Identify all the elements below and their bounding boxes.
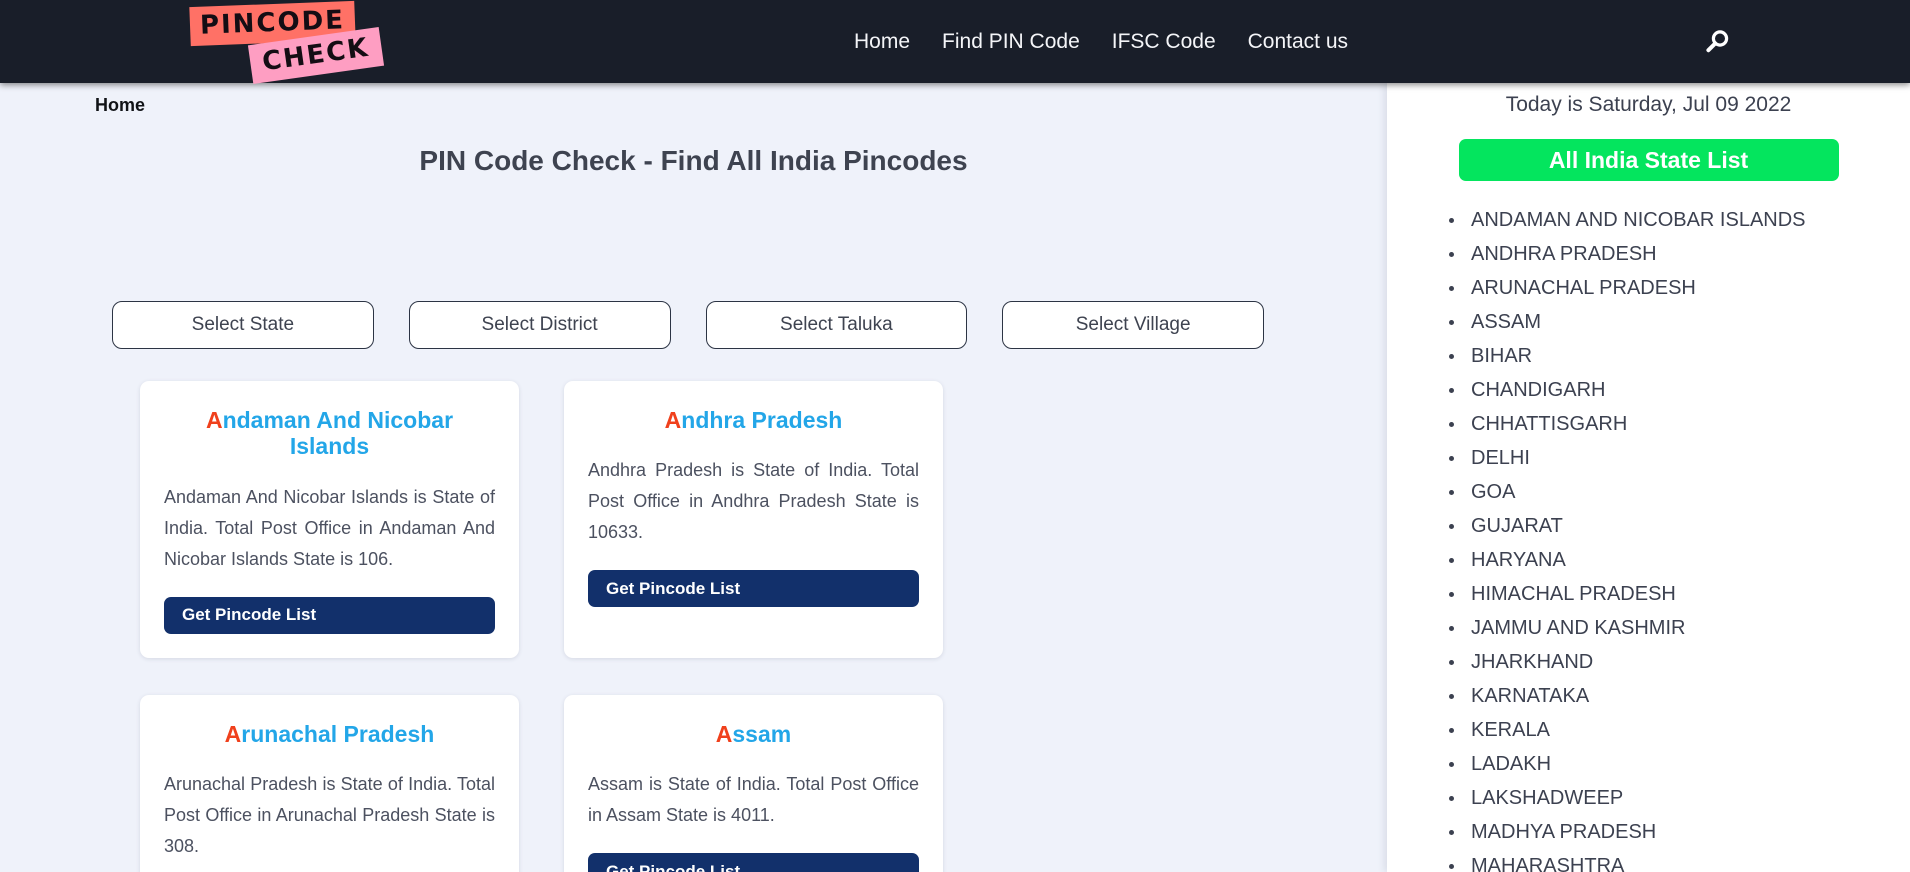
- state-card-description: Andaman And Nicobar Islands is State of …: [164, 486, 495, 569]
- state-card-title-initial: A: [664, 407, 682, 433]
- state-card-description: Andhra Pradesh is State of India. Total …: [588, 460, 919, 543]
- state-card-title-initial: A: [715, 720, 733, 747]
- sidebar: Today is Saturday, Jul 09 2022 All India…: [1387, 83, 1910, 872]
- select-state-dropdown[interactable]: Select State: [112, 301, 374, 349]
- state-card-title: Assam: [588, 721, 919, 747]
- get-pincode-list-button[interactable]: Get Pincode List: [588, 853, 919, 872]
- state-list-item[interactable]: HIMACHAL PRADESH: [1449, 577, 1910, 611]
- state-card-title-rest: ndhra Pradesh: [681, 407, 843, 433]
- state-list-item[interactable]: GOA: [1449, 475, 1910, 509]
- state-card-title-initial: A: [205, 407, 223, 433]
- state-list-item[interactable]: ASSAM: [1449, 305, 1910, 339]
- state-list-item[interactable]: HARYANA: [1449, 543, 1910, 577]
- state-list-item[interactable]: JAMMU AND KASHMIR: [1449, 611, 1910, 645]
- state-card-title-rest: runachal Pradesh: [241, 720, 435, 747]
- breadcrumb-item-home[interactable]: Home: [95, 95, 145, 115]
- state-card-title-initial: A: [224, 720, 242, 747]
- state-list-item[interactable]: GUJARAT: [1449, 509, 1910, 543]
- content-column: Home PIN Code Check - Find All India Pin…: [0, 83, 1387, 872]
- state-card-grid: Andaman And Nicobar Islands Andaman And …: [140, 381, 1360, 872]
- nav-item-contact-us[interactable]: Contact us: [1232, 30, 1364, 54]
- state-list-item[interactable]: KERALA: [1449, 713, 1910, 747]
- search-button[interactable]: [1700, 26, 1734, 60]
- state-card-description: Arunachal Pradesh is State of India. Tot…: [164, 774, 495, 857]
- state-card: Andaman And Nicobar Islands Andaman And …: [140, 381, 519, 658]
- state-list-item[interactable]: DELHI: [1449, 441, 1910, 475]
- page-title: PIN Code Check - Find All India Pincodes: [419, 145, 968, 176]
- selector-row: Select State Select District Select Talu…: [112, 301, 1264, 349]
- state-list-item[interactable]: BIHAR: [1449, 339, 1910, 373]
- get-pincode-list-button[interactable]: Get Pincode List: [588, 570, 919, 608]
- nav-item-find-pin-code[interactable]: Find PIN Code: [926, 30, 1096, 54]
- state-card-title: Andaman And Nicobar Islands: [164, 407, 495, 460]
- nav-item-ifsc-code[interactable]: IFSC Code: [1096, 30, 1232, 54]
- state-card-title: Arunachal Pradesh: [164, 721, 495, 747]
- state-list-item[interactable]: LADAKH: [1449, 747, 1910, 781]
- state-card-description: Assam is State of India. Total Post Offi…: [588, 774, 919, 826]
- state-card: Andhra Pradesh Andhra Pradesh is State o…: [564, 381, 943, 658]
- state-list-item[interactable]: ARUNACHAL PRADESH: [1449, 271, 1910, 305]
- state-list-item[interactable]: MAHARASHTRA: [1449, 849, 1910, 872]
- search-icon: [1702, 27, 1732, 60]
- site-header: PINCODE CHECK Home Find PIN Code IFSC Co…: [0, 0, 1910, 84]
- nav-item-home[interactable]: Home: [838, 30, 926, 54]
- select-taluka-dropdown[interactable]: Select Taluka: [705, 301, 968, 349]
- brand-logo[interactable]: PINCODE CHECK: [182, 0, 412, 84]
- today-date-text: Today is Saturday, Jul 09 2022: [1505, 93, 1792, 116]
- breadcrumb[interactable]: Home: [95, 95, 145, 116]
- state-card: Arunachal Pradesh Arunachal Pradesh is S…: [140, 694, 519, 872]
- state-list-item[interactable]: CHHATTISGARH: [1449, 407, 1910, 441]
- state-list-item[interactable]: JHARKHAND: [1449, 645, 1910, 679]
- state-list-item[interactable]: CHANDIGARH: [1449, 373, 1910, 407]
- state-list-item[interactable]: KARNATAKA: [1449, 679, 1910, 713]
- get-pincode-list-button[interactable]: Get Pincode List: [164, 596, 495, 634]
- all-india-state-list-button[interactable]: All India State List: [1458, 139, 1839, 181]
- select-district-dropdown[interactable]: Select District: [408, 301, 671, 349]
- state-list-item[interactable]: ANDHRA PRADESH: [1449, 237, 1910, 271]
- page-body: Home PIN Code Check - Find All India Pin…: [0, 83, 1910, 872]
- state-list: ANDAMAN AND NICOBAR ISLANDS ANDHRA PRADE…: [1449, 203, 1910, 872]
- state-card-title-rest: ndaman And Nicobar Islands: [222, 407, 454, 460]
- state-list-item[interactable]: LAKSHADWEEP: [1449, 781, 1910, 815]
- state-list-item[interactable]: MADHYA PRADESH: [1449, 815, 1910, 849]
- select-village-dropdown[interactable]: Select Village: [1002, 301, 1264, 349]
- state-card-title: Andhra Pradesh: [588, 407, 919, 433]
- state-card: Assam Assam is State of India. Total Pos…: [564, 694, 943, 872]
- state-list-item[interactable]: ANDAMAN AND NICOBAR ISLANDS: [1449, 203, 1910, 237]
- state-card-title-rest: ssam: [732, 720, 792, 747]
- main-nav: Home Find PIN Code IFSC Code Contact us: [838, 0, 1364, 83]
